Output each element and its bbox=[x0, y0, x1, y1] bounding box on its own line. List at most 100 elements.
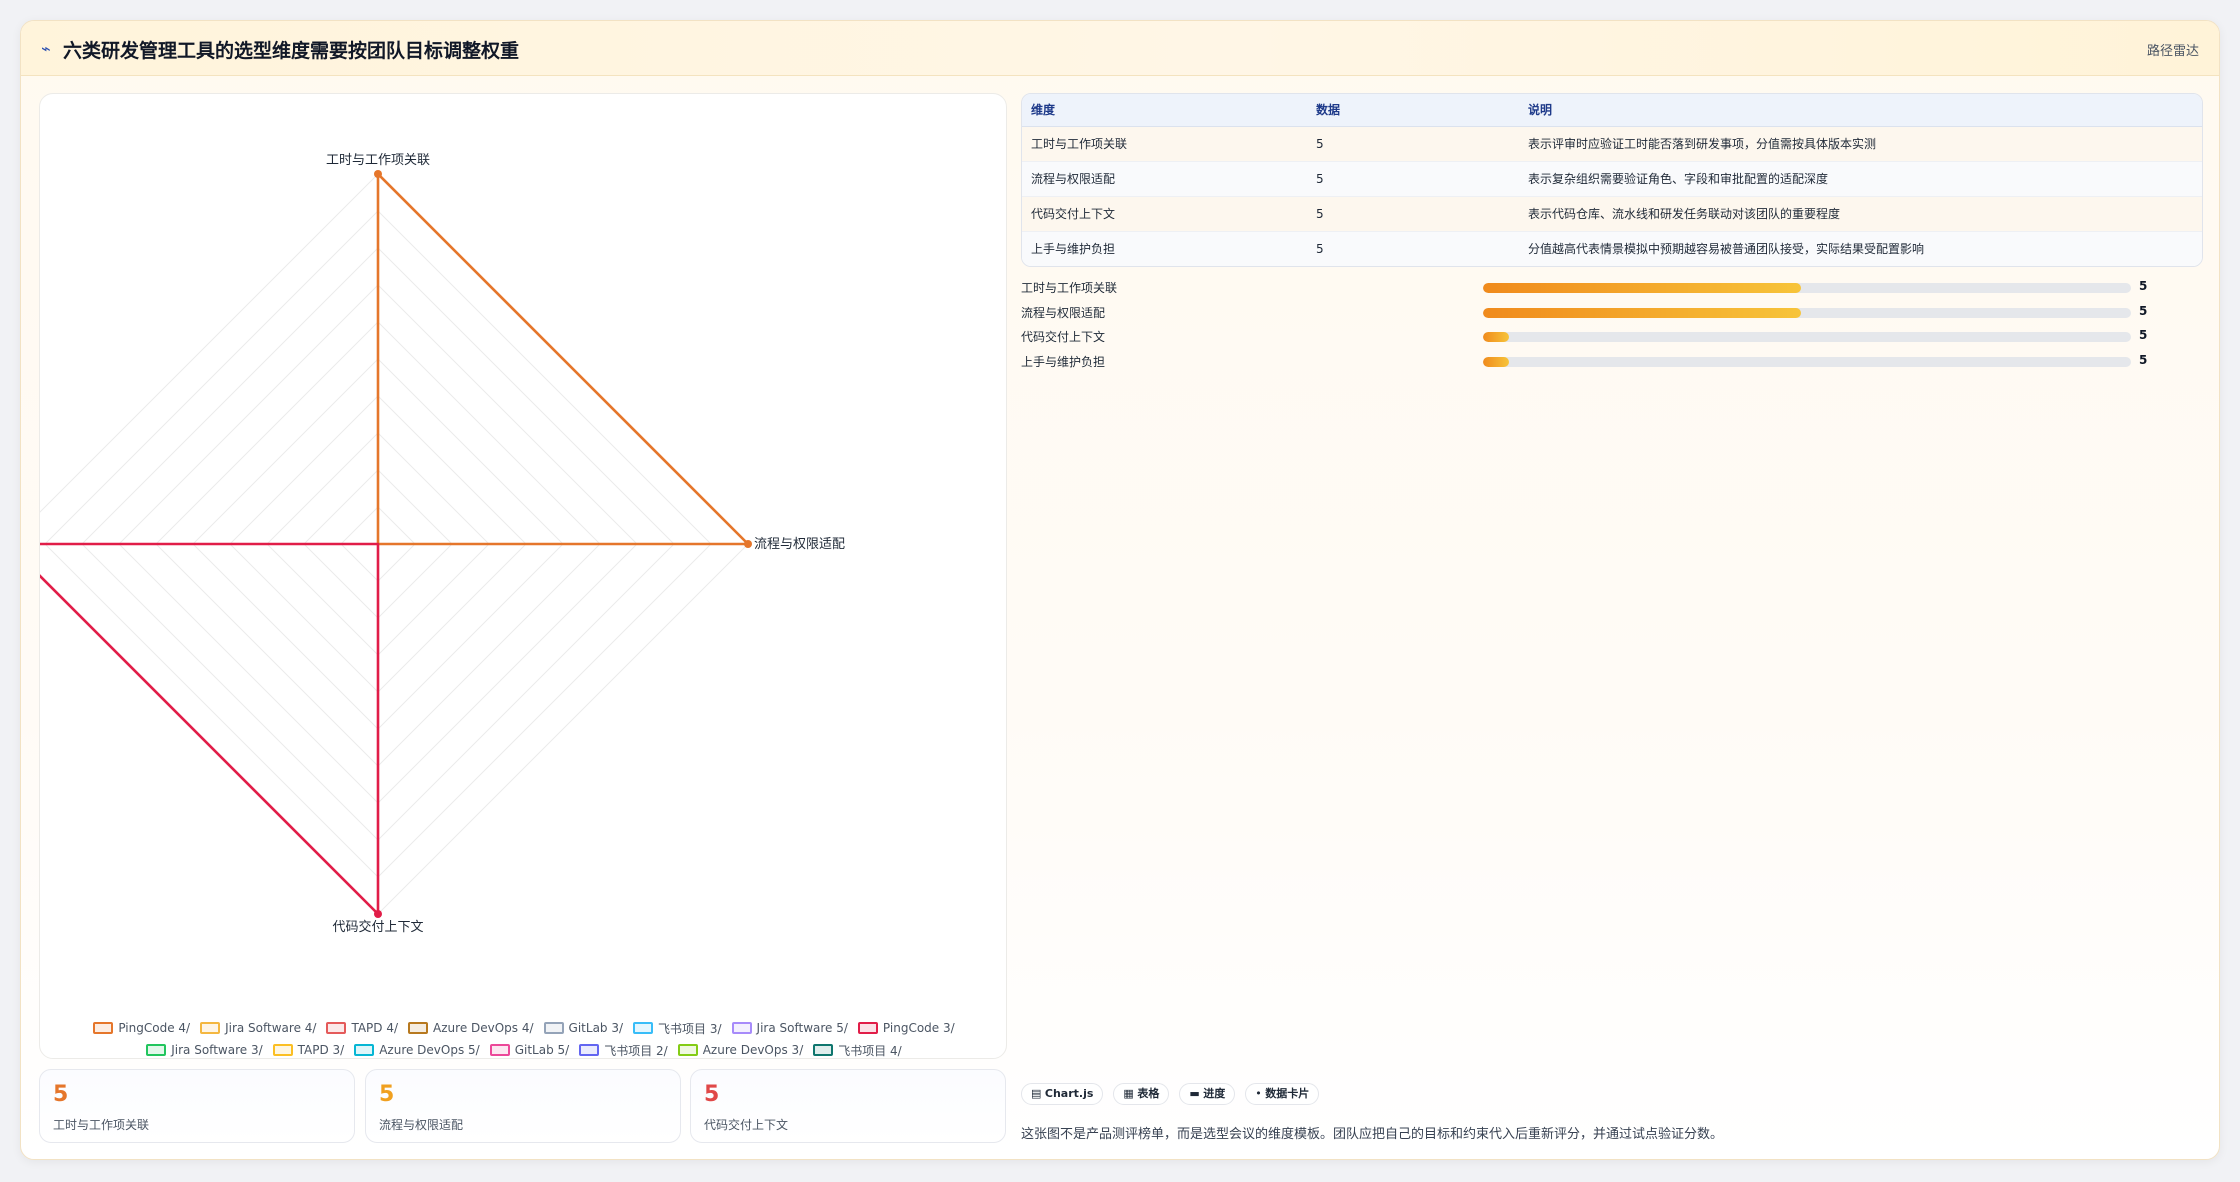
progress-fill bbox=[1483, 307, 1801, 318]
legend-swatch bbox=[489, 1044, 510, 1056]
legend-item[interactable]: 飞书项目 2/ bbox=[579, 1042, 668, 1059]
tag-label: 表格 bbox=[1137, 1087, 1160, 1100]
table-cell-description: 表示评审时应验证工时能否落到研发事项，分值需按具体版本实测 bbox=[1519, 126, 2202, 162]
legend-label: PingCode 3/ bbox=[882, 1021, 955, 1035]
legend-item[interactable]: 飞书项目 3/ bbox=[633, 1020, 722, 1037]
progress-fill bbox=[1483, 356, 1509, 367]
progress-row: 上手与维护负担 5 bbox=[1021, 349, 2203, 374]
legend-label: GitLab 5/ bbox=[514, 1043, 570, 1057]
table-cell-value: 5 bbox=[1307, 196, 1519, 232]
tag-label: Chart.js bbox=[1044, 1087, 1094, 1100]
legend-label: TAPD 4/ bbox=[351, 1021, 399, 1035]
table-row: 流程与权限适配 5 表示复杂组织需要验证角色、字段和审批配置的适配深度 bbox=[1022, 161, 2202, 197]
kpi-value: 5 bbox=[379, 1082, 395, 1107]
tag-3[interactable]: • 数据卡片 bbox=[1245, 1083, 1320, 1105]
radar-point[interactable] bbox=[374, 170, 382, 178]
legend-item[interactable]: TAPD 3/ bbox=[272, 1043, 345, 1057]
progress-label: 代码交付上下文 bbox=[1021, 330, 1106, 345]
radar-series-0 bbox=[374, 170, 752, 548]
legend-swatch bbox=[146, 1044, 167, 1056]
legend-label: PingCode 4/ bbox=[118, 1021, 191, 1035]
legend-label: Azure DevOps 3/ bbox=[702, 1043, 804, 1057]
legend-item[interactable]: Azure DevOps 5/ bbox=[354, 1043, 480, 1057]
progress-value: 5 bbox=[2139, 303, 2148, 318]
legend-item[interactable]: TAPD 4/ bbox=[326, 1021, 398, 1035]
radar-series-7 bbox=[40, 542, 382, 918]
legend-label: 飞书项目 4/ bbox=[838, 1043, 902, 1058]
legend-label: Jira Software 5/ bbox=[756, 1021, 848, 1035]
radar-point[interactable] bbox=[374, 910, 382, 918]
tag-label: 数据卡片 bbox=[1265, 1087, 1310, 1100]
table-row: 上手与维护负担 5 分值越高代表情景模拟中预期越容易被普通团队接受，实际结果受配… bbox=[1022, 231, 2202, 266]
progress-track bbox=[1483, 283, 2131, 293]
legend-item[interactable]: Azure DevOps 4/ bbox=[408, 1021, 534, 1035]
legend-swatch bbox=[408, 1022, 429, 1034]
table-header-dimension: 维度 bbox=[1022, 94, 1307, 127]
legend-label: TAPD 3/ bbox=[297, 1043, 345, 1057]
legend-item[interactable]: Jira Software 3/ bbox=[146, 1043, 263, 1057]
table-cell-value: 5 bbox=[1307, 126, 1519, 162]
radar-axis-label: 工时与工作项关联 bbox=[326, 153, 430, 168]
kpi-label: 工时与工作项关联 bbox=[53, 1118, 150, 1132]
progress-fill bbox=[1483, 283, 1801, 293]
radar-card: 工时与工作项关联流程与权限适配代码交付上下文上手与维护负担 PingCode 4… bbox=[39, 93, 1007, 1059]
legend-swatch bbox=[200, 1022, 221, 1034]
progress-value: 5 bbox=[2139, 328, 2148, 343]
progress-track bbox=[1483, 356, 2131, 367]
legend-item[interactable]: GitLab 5/ bbox=[489, 1043, 570, 1057]
table-header-description: 说明 bbox=[1519, 94, 2202, 127]
legend-swatch bbox=[579, 1044, 600, 1056]
legend-item[interactable]: Azure DevOps 3/ bbox=[677, 1043, 804, 1057]
footnote: 这张图不是产品测评榜单，而是选型会议的维度模板。团队应把自己的目标和约束代入后重… bbox=[1021, 1127, 1724, 1142]
kpi-label: 流程与权限适配 bbox=[379, 1118, 464, 1132]
kpi-value: 5 bbox=[53, 1082, 69, 1107]
legend-swatch bbox=[857, 1022, 878, 1034]
progress-track bbox=[1483, 307, 2131, 318]
tag-2[interactable]: ▬ 进度 bbox=[1179, 1083, 1236, 1105]
legend-item[interactable]: PingCode 4/ bbox=[93, 1021, 190, 1035]
legend-item[interactable]: Jira Software 4/ bbox=[200, 1021, 316, 1035]
radar-axis-label: 代码交付上下文 bbox=[332, 919, 423, 935]
table-cell-dimension: 代码交付上下文 bbox=[1022, 196, 1307, 232]
legend-item[interactable]: PingCode 3/ bbox=[857, 1021, 955, 1035]
legend-swatch bbox=[326, 1022, 347, 1034]
kpi-card: 5 流程与权限适配 bbox=[365, 1069, 681, 1143]
progress-value: 5 bbox=[2139, 352, 2148, 367]
progress-label: 上手与维护负担 bbox=[1021, 354, 1106, 369]
legend-label: Azure DevOps 5/ bbox=[379, 1043, 480, 1057]
radar-point[interactable] bbox=[744, 540, 752, 548]
progress-row: 代码交付上下文 5 bbox=[1021, 324, 2203, 349]
page-frame: ⌁ 六类研发管理工具的选型维度需要按团队目标调整权重 路径雷达 工时与工作项关联… bbox=[20, 20, 2220, 1160]
table-icon: ▦ bbox=[1123, 1087, 1134, 1100]
table-cell-description: 表示代码仓库、流水线和研发任务联动对该团队的重要程度 bbox=[1519, 196, 2202, 232]
legend-swatch bbox=[272, 1044, 293, 1056]
tag-0[interactable]: ▤ Chart.js bbox=[1021, 1083, 1104, 1105]
progress-label: 流程与权限适配 bbox=[1021, 305, 1106, 320]
kpi-card: 5 代码交付上下文 bbox=[690, 1069, 1006, 1143]
chart-legend: PingCode 4/Jira Software 4/TAPD 4/Azure … bbox=[40, 1017, 1008, 1061]
table-cell-description: 表示复杂组织需要验证角色、字段和审批配置的适配深度 bbox=[1519, 161, 2202, 197]
progress-bars: 工时与工作项关联 5 流程与权限适配 5 代码交付上下文 5 上手与维护负担 5 bbox=[1021, 275, 2203, 373]
legend-label: Azure DevOps 4/ bbox=[433, 1021, 534, 1035]
tag-1[interactable]: ▦ 表格 bbox=[1113, 1083, 1170, 1105]
page-title: 六类研发管理工具的选型维度需要按团队目标调整权重 bbox=[63, 40, 520, 62]
table-header-value: 数据 bbox=[1307, 94, 1519, 127]
table-row: 代码交付上下文 5 表示代码仓库、流水线和研发任务联动对该团队的重要程度 bbox=[1022, 196, 2202, 232]
trend-line-icon: ⌁ bbox=[41, 39, 51, 58]
progress-row: 流程与权限适配 5 bbox=[1021, 300, 2203, 325]
kpi-value: 5 bbox=[704, 1082, 720, 1107]
radar-series-line bbox=[40, 542, 380, 916]
table-header-row: 维度 数据 说明 bbox=[1022, 94, 2202, 127]
legend-item[interactable]: Jira Software 5/ bbox=[731, 1021, 848, 1035]
legend-label: Jira Software 3/ bbox=[171, 1043, 263, 1057]
kpi-label: 代码交付上下文 bbox=[704, 1118, 789, 1132]
legend-swatch bbox=[677, 1044, 698, 1056]
table-cell-dimension: 上手与维护负担 bbox=[1022, 231, 1307, 266]
radar-path-link[interactable]: 路径雷达 bbox=[2147, 40, 2199, 59]
radar-axis-label: 流程与权限适配 bbox=[754, 536, 845, 552]
legend-swatch bbox=[813, 1044, 834, 1056]
legend-item[interactable]: GitLab 3/ bbox=[543, 1021, 623, 1035]
legend-item[interactable]: 飞书项目 4/ bbox=[813, 1042, 902, 1059]
table-cell-value: 5 bbox=[1307, 161, 1519, 197]
feature-tags: ▤ Chart.js ▦ 表格 ▬ 进度 • 数据卡片 bbox=[1021, 1083, 1320, 1105]
